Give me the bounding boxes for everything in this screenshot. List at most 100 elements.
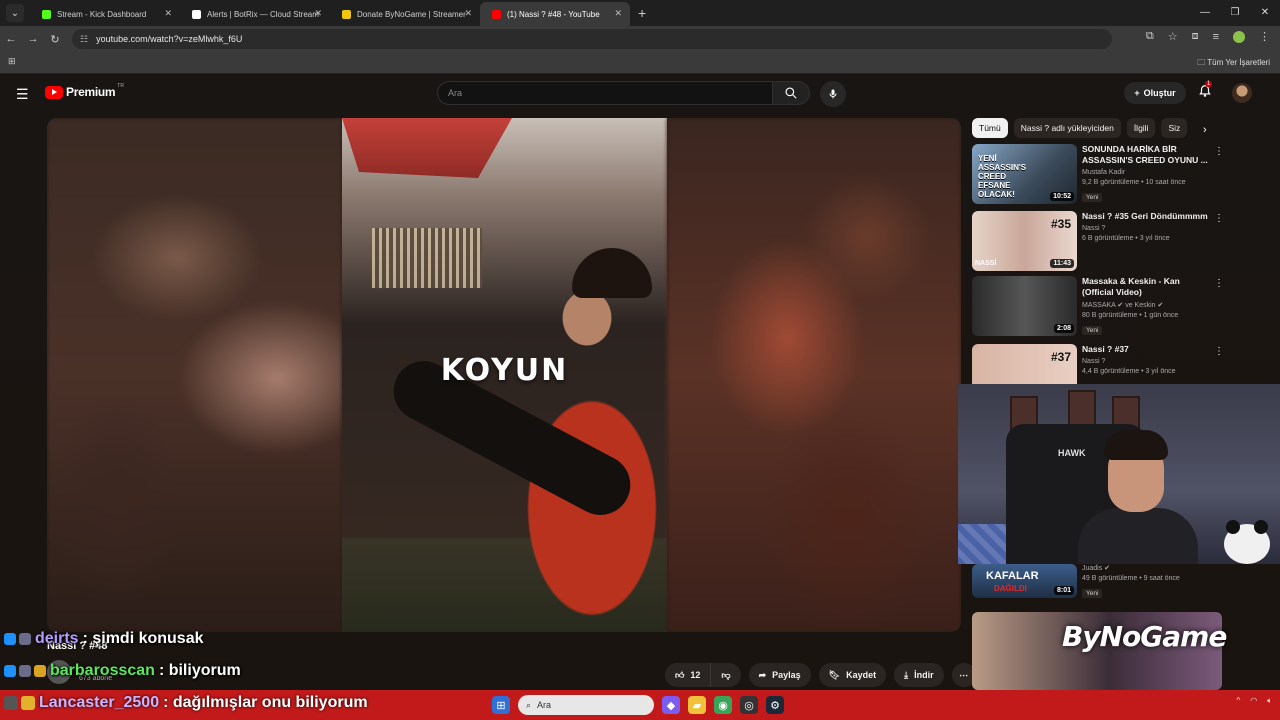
forward-icon[interactable]: →: [22, 33, 44, 45]
kick-favicon-icon: [42, 9, 51, 19]
site-info-icon[interactable]: ☷: [80, 34, 88, 45]
chip-from-uploader[interactable]: Nassi ? adlı yükleyiciden: [1013, 118, 1121, 138]
tab-donate-bynogame[interactable]: Donate ByNoGame | Streamer ✕: [330, 2, 480, 26]
video-title[interactable]: Nassi ? #35 Geri Döndümmmm: [1082, 211, 1212, 222]
more-vertical-icon[interactable]: ⋮: [1214, 146, 1224, 157]
cast-icon[interactable]: ⧉: [1146, 30, 1154, 43]
network-icon[interactable]: ◠: [1250, 696, 1257, 706]
search-button[interactable]: [772, 81, 810, 105]
share-label: Paylaş: [772, 670, 801, 680]
recommendation-item[interactable]: #35 NASSİ 11:43 Nassi ? #35 Geri Döndümm…: [972, 211, 1272, 271]
reload-icon[interactable]: ↻: [44, 33, 66, 46]
channel-name[interactable]: Juadis ✔: [1082, 564, 1212, 572]
profile-icon[interactable]: [1233, 30, 1245, 43]
video-player[interactable]: KOYUN: [47, 118, 961, 632]
video-title[interactable]: SONUNDA HARİKA BİR ASSASSIN'S CREED OYUN…: [1082, 144, 1212, 166]
youtube-logo[interactable]: Premium TR: [45, 83, 124, 99]
video-thumbnail[interactable]: 2:08: [972, 276, 1077, 336]
url-field[interactable]: ☷ youtube.com/watch?v=zeMlwhk_f6U: [72, 29, 1112, 49]
video-thumbnail[interactable]: #35 NASSİ 11:43: [972, 211, 1077, 271]
duration-badge: 10:52: [1050, 192, 1074, 201]
taskbar-search-placeholder: Ara: [537, 700, 552, 710]
media-controls-icon[interactable]: ≡: [1213, 31, 1219, 43]
chip-all[interactable]: Tümü: [972, 118, 1008, 138]
volume-icon[interactable]: 🔈︎: [1267, 696, 1272, 706]
more-vertical-icon[interactable]: ⋮: [1214, 278, 1224, 289]
more-vertical-icon[interactable]: ⋮: [1214, 213, 1224, 224]
like-count: 12: [690, 670, 701, 680]
tab-search-button[interactable]: ⌄: [6, 4, 24, 22]
thumbnail-text: YENİ ASSASSIN'S CREED EFSANE OLACAK!: [978, 154, 1027, 199]
apps-grid-icon[interactable]: ⊞: [8, 56, 16, 67]
account-avatar[interactable]: [1232, 83, 1252, 103]
video-title[interactable]: Massaka & Keskin - Kan (Official Video): [1082, 276, 1212, 298]
dislike-button[interactable]: 👎︎: [711, 663, 741, 687]
save-button[interactable]: 🔖︎ Kaydet: [818, 663, 887, 687]
chat-username: barbarosscan: [50, 662, 155, 679]
video-stats: 4,4 B görüntüleme • 3 yıl önce: [1082, 368, 1176, 375]
maximize-icon[interactable]: ❐: [1220, 0, 1250, 24]
new-badge: Yeni: [1082, 193, 1103, 202]
create-button[interactable]: + Oluştur: [1124, 82, 1186, 104]
tab-youtube[interactable]: (1) Nassi ? #48 - YouTube ✕: [480, 2, 630, 26]
bookmark-star-icon[interactable]: ☆: [1168, 30, 1178, 43]
bookmarks-bar: ⊞ 🗀 Tüm Yer İşaretleri: [0, 52, 1280, 74]
video-thumbnail[interactable]: KAFALAR DAĞILDI 8:01: [972, 564, 1077, 598]
minimize-icon[interactable]: —: [1190, 0, 1220, 24]
chat-message: barbarosscan : biliyorum: [4, 662, 241, 680]
close-tab-icon[interactable]: ✕: [164, 8, 172, 19]
taskbar-search[interactable]: ⌕ Ara: [518, 695, 654, 715]
badge-icon: [4, 633, 16, 645]
obs-icon[interactable]: ◎: [740, 696, 758, 714]
recommendation-item[interactable]: YENİ ASSASSIN'S CREED EFSANE OLACAK! 10:…: [972, 144, 1272, 204]
new-tab-button[interactable]: +: [638, 5, 646, 21]
video-stats: 49 B görüntüleme • 9 saat önce: [1082, 575, 1180, 582]
search-input[interactable]: Ara: [437, 81, 773, 105]
file-explorer-icon[interactable]: ▰: [688, 696, 706, 714]
video-stats: 9,2 B görüntüleme • 10 saat önce: [1082, 179, 1186, 186]
chevron-right-icon[interactable]: ›: [1203, 124, 1207, 136]
chip-for-you[interactable]: Siz: [1161, 118, 1188, 138]
chat-message: deirts : şimdi konusak: [4, 630, 204, 648]
more-vertical-icon[interactable]: ⋮: [1214, 346, 1224, 357]
duration-badge: 8:01: [1053, 586, 1074, 595]
chat-text: : biliyorum: [158, 662, 241, 679]
extensions-icon[interactable]: ⧈: [1192, 30, 1199, 43]
close-tab-icon[interactable]: ✕: [464, 8, 472, 19]
close-window-icon[interactable]: ✕: [1250, 0, 1280, 24]
video-title[interactable]: Nassi ? #37: [1082, 344, 1212, 355]
video-blur-left: [47, 118, 342, 632]
channel-name[interactable]: Nassi ?: [1082, 225, 1212, 232]
chrome-icon[interactable]: ◉: [714, 696, 732, 714]
tray-chevron-icon[interactable]: ^: [1236, 696, 1240, 706]
close-tab-icon[interactable]: ✕: [614, 8, 622, 19]
back-icon[interactable]: ←: [0, 33, 22, 45]
share-button[interactable]: ➦ Paylaş: [748, 663, 811, 687]
video-meta: Massaka & Keskin - Kan (Official Video) …: [1082, 276, 1212, 337]
guide-menu-icon[interactable]: ☰: [16, 86, 29, 103]
badge-icon: [4, 665, 16, 677]
video-meta: SONUNDA HARİKA BİR ASSASSIN'S CREED OYUN…: [1082, 144, 1212, 204]
windows-start-icon[interactable]: ⊞: [492, 696, 510, 714]
chip-related[interactable]: İlgili: [1126, 118, 1156, 138]
browser-tab-bar: ⌄ Stream - Kick Dashboard ✕ Alerts | Bot…: [0, 0, 1280, 26]
voice-search-button[interactable]: [820, 81, 846, 107]
all-bookmarks-folder[interactable]: 🗀 Tüm Yer İşaretleri: [1197, 57, 1270, 71]
download-button[interactable]: ⤓ İndir: [894, 663, 944, 687]
copilot-icon[interactable]: ◆: [662, 696, 680, 714]
streamer-body: [1078, 508, 1198, 564]
tab-botrix-alerts[interactable]: Alerts | BotRix — Cloud Stream ✕: [180, 2, 330, 26]
video-thumbnail[interactable]: YENİ ASSASSIN'S CREED EFSANE OLACAK! 10:…: [972, 144, 1077, 204]
ticker-username: Lancaster_2500: [39, 694, 160, 711]
panda-plush: [1224, 520, 1270, 564]
channel-name[interactable]: Nassi ?: [1082, 358, 1212, 365]
browser-menu-icon[interactable]: ⋮: [1259, 30, 1270, 43]
tab-kick-dashboard[interactable]: Stream - Kick Dashboard ✕: [30, 2, 180, 26]
steam-icon[interactable]: ⚙: [766, 696, 784, 714]
close-tab-icon[interactable]: ✕: [314, 8, 322, 19]
notifications-button[interactable]: 1: [1198, 81, 1213, 103]
channel-name[interactable]: Mustafa Kadir: [1082, 169, 1212, 176]
like-button[interactable]: 👍︎ 12: [665, 663, 712, 687]
channel-name[interactable]: MASSAKA ✔ ve Keskin ✔: [1082, 301, 1212, 309]
recommendation-item[interactable]: 2:08 Massaka & Keskin - Kan (Official Vi…: [972, 276, 1272, 336]
